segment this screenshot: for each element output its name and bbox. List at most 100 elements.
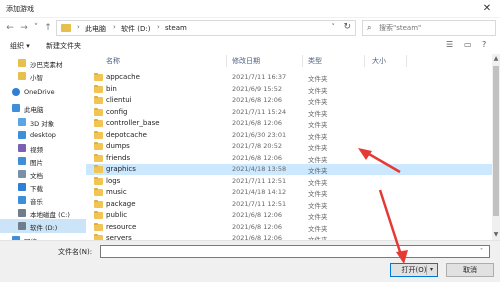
window-title: 添加游戏 — [6, 5, 34, 13]
column-divider[interactable] — [226, 55, 227, 67]
column-divider[interactable] — [406, 55, 407, 67]
file-date: 2021/4/18 14:12 — [232, 188, 287, 196]
nav-item-this-pc[interactable]: 此电脑 — [0, 101, 86, 115]
file-date: 2021/6/8 12:06 — [232, 211, 282, 219]
up-arrow-icon[interactable]: ↑ — [42, 21, 54, 35]
file-row[interactable]: music 2021/4/18 14:12 文件夹 — [86, 187, 492, 198]
breadcrumb-steam[interactable]: steam — [165, 24, 187, 32]
file-type: 文件夹 — [308, 86, 328, 95]
file-type: 文件夹 — [308, 224, 328, 233]
file-type: 文件夹 — [308, 144, 328, 152]
search-box[interactable]: ⌕ — [362, 20, 496, 36]
file-list: 名称 修改日期 类型 大小 appcache 2021/7/11 16:37 文件夹… — [86, 54, 492, 244]
filename-input[interactable] — [100, 245, 490, 258]
search-input[interactable] — [379, 22, 491, 34]
close-icon[interactable]: ✕ — [474, 0, 500, 18]
breadcrumb-this-pc[interactable]: 此电脑 — [85, 24, 106, 34]
nav-item-drive-d[interactable]: 软件 (D:) — [0, 219, 86, 233]
nav-item-videos[interactable]: 视频 — [0, 141, 86, 155]
column-header-size[interactable]: 大小 — [372, 56, 386, 66]
folder-icon — [94, 211, 103, 219]
nav-item-desktop[interactable]: desktop — [0, 128, 86, 142]
column-divider[interactable] — [364, 55, 365, 67]
nav-item-documents[interactable]: 文档 — [0, 167, 86, 181]
address-bar[interactable]: › 此电脑 › 软件 (D:) › steam ˅ ↻ — [56, 20, 356, 36]
nav-item-network[interactable]: 网络 — [0, 233, 86, 240]
nav-item-pictures[interactable]: 图片 — [0, 154, 86, 168]
organize-button[interactable]: 组织 ▾ — [10, 41, 30, 51]
folder-icon — [18, 72, 26, 80]
nav-item-label: 文档 — [30, 172, 43, 180]
folder-icon — [94, 96, 103, 104]
file-type: 文件夹 — [308, 190, 328, 198]
nav-item-drive-c[interactable]: 本地磁盘 (C:) — [0, 206, 86, 220]
folder-icon — [94, 165, 103, 173]
file-name: appcache — [106, 73, 140, 81]
document-icon — [18, 170, 26, 178]
nav-item-label: 视频 — [30, 146, 43, 154]
file-row[interactable]: package 2021/7/11 12:51 文件夹 — [86, 199, 492, 210]
new-folder-button[interactable]: 新建文件夹 — [46, 41, 81, 51]
file-row-selected[interactable]: graphics 2021/4/18 13:58 文件夹 — [86, 164, 492, 175]
scrollbar-thumb[interactable] — [493, 66, 499, 216]
file-date: 2021/7/11 12:51 — [232, 176, 287, 185]
picture-icon — [18, 157, 26, 165]
open-dropdown-icon[interactable]: ▾ — [426, 265, 436, 275]
file-row[interactable]: bin 2021/6/9 15:52 文件夹 — [86, 84, 492, 95]
scroll-down-icon[interactable]: ▼ — [492, 230, 500, 240]
column-header-name[interactable]: 名称 — [106, 56, 120, 66]
nav-item-label: 下载 — [30, 185, 43, 193]
file-row[interactable]: friends 2021/6/8 12:06 文件夹 — [86, 153, 492, 164]
cancel-button-label: 取消 — [463, 266, 477, 274]
file-row[interactable]: dumps 2021/7/8 20:52 文件夹 — [86, 141, 492, 152]
chevron-down-icon[interactable]: ˅ — [332, 23, 336, 31]
filename-label: 文件名(N): — [58, 248, 93, 256]
column-header-date[interactable]: 修改日期 — [232, 56, 260, 66]
breadcrumb-drive-d[interactable]: 软件 (D:) — [121, 24, 150, 34]
file-type: 文件夹 — [308, 155, 328, 164]
drive-icon — [18, 209, 26, 217]
nav-item-label: 本地磁盘 (C:) — [30, 211, 70, 219]
file-date: 2021/7/11 12:51 — [232, 199, 287, 208]
file-row[interactable]: resource 2021/6/8 12:06 文件夹 — [86, 222, 492, 233]
recent-dropdown-icon[interactable]: ˅ — [30, 21, 42, 35]
view-options-icon[interactable]: ☰ — [446, 40, 453, 49]
breadcrumb-separator: › — [157, 23, 160, 31]
refresh-icon[interactable]: ↻ — [343, 22, 351, 32]
search-icon: ⌕ — [367, 23, 372, 32]
command-bar: 组织 ▾ 新建文件夹 ☰ ▭ ? — [0, 38, 500, 54]
preview-pane-icon[interactable]: ▭ — [464, 40, 472, 49]
file-type: 文件夹 — [308, 178, 328, 187]
file-row[interactable]: clientui 2021/6/8 12:06 文件夹 — [86, 95, 492, 106]
file-row[interactable]: public 2021/6/8 12:06 文件夹 — [86, 210, 492, 221]
file-row[interactable]: appcache 2021/7/11 16:37 文件夹 — [86, 72, 492, 83]
scroll-up-icon[interactable]: ▲ — [492, 54, 500, 64]
open-button-label: 打开(O) — [401, 266, 427, 274]
column-header-type[interactable]: 类型 — [308, 56, 322, 66]
file-row[interactable]: controller_base 2021/6/8 12:06 文件夹 — [86, 118, 492, 129]
nav-item-shabake[interactable]: 沙巴克素材 — [0, 56, 86, 70]
column-divider[interactable] — [302, 55, 303, 67]
file-name: graphics — [106, 165, 136, 173]
nav-item-xiaozhi[interactable]: 小智 — [0, 69, 86, 83]
file-row[interactable]: logs 2021/7/11 12:51 文件夹 — [86, 176, 492, 187]
nav-item-3d-objects[interactable]: 3D 对象 — [0, 115, 86, 129]
music-icon — [18, 196, 26, 204]
cancel-button[interactable]: 取消 — [446, 263, 494, 277]
chevron-down-icon[interactable]: ˅ — [480, 248, 483, 255]
file-date: 2021/6/30 23:01 — [232, 130, 287, 139]
nav-item-label: 图片 — [30, 159, 43, 167]
help-icon[interactable]: ? — [482, 40, 486, 49]
file-date: 2021/7/11 16:37 — [232, 73, 287, 81]
file-row[interactable]: depotcache 2021/6/30 23:01 文件夹 — [86, 130, 492, 141]
nav-item-music[interactable]: 音乐 — [0, 193, 86, 207]
file-row[interactable]: config 2021/7/11 15:24 文件夹 — [86, 107, 492, 118]
forward-arrow-icon[interactable]: → — [18, 21, 30, 35]
nav-item-label: 音乐 — [30, 198, 43, 206]
nav-item-onedrive[interactable]: OneDrive — [0, 85, 86, 99]
vertical-scrollbar[interactable]: ▲ ▼ — [492, 54, 500, 240]
back-arrow-icon[interactable]: ← — [4, 21, 16, 35]
folder-icon — [94, 176, 103, 185]
file-name: depotcache — [106, 130, 147, 139]
nav-item-downloads[interactable]: 下载 — [0, 180, 86, 194]
